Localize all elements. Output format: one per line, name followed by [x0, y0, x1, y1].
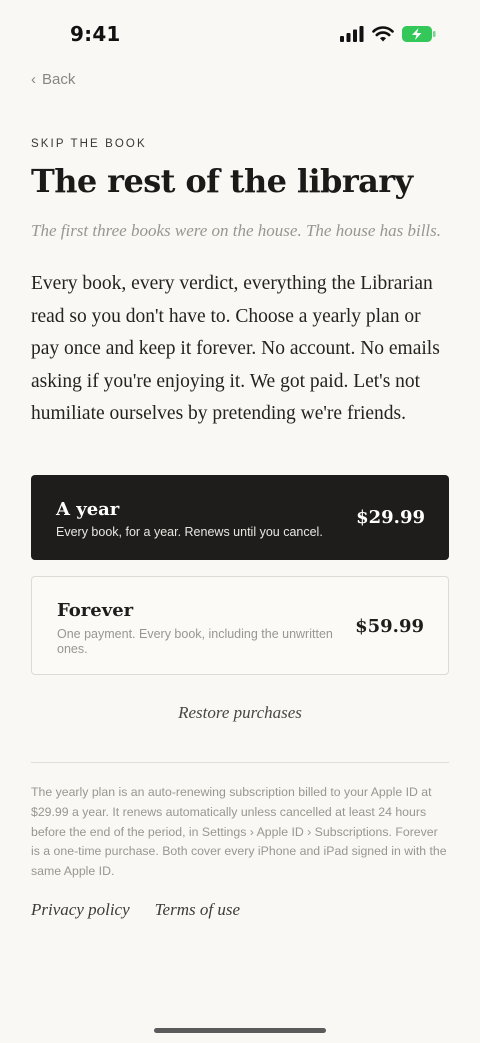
page-subtitle: The first three books were on the house.… — [31, 221, 442, 240]
battery-charging-icon — [402, 26, 436, 42]
plan-price: $29.99 — [356, 507, 425, 528]
home-indicator[interactable] — [154, 1028, 326, 1033]
terms-of-use-link[interactable]: Terms of use — [155, 900, 240, 920]
plan-name: A year — [56, 499, 120, 520]
wifi-icon — [372, 26, 394, 42]
legal-disclaimer: The yearly plan is an auto-renewing subs… — [31, 785, 447, 879]
plan-price: $59.99 — [355, 616, 424, 637]
chevron-left-icon: ‹ — [31, 71, 36, 88]
footer-links: Privacy policy Terms of use — [31, 900, 240, 920]
cellular-signal-icon — [340, 26, 364, 42]
plan-description: Every book, for a year. Renews until you… — [56, 525, 323, 539]
status-icons — [340, 26, 436, 42]
back-label: Back — [42, 71, 76, 88]
plan-option-year[interactable]: A year Every book, for a year. Renews un… — [31, 475, 449, 560]
restore-purchases-link[interactable]: Restore purchases — [0, 703, 480, 723]
status-time: 9:41 — [70, 22, 121, 46]
plan-description: One payment. Every book, including the u… — [57, 627, 333, 656]
status-bar: 9:41 — [0, 0, 480, 60]
intro-paragraph: Every book, every verdict, everything th… — [31, 273, 440, 424]
plan-name: Forever — [57, 600, 134, 621]
privacy-policy-link[interactable]: Privacy policy — [31, 900, 130, 920]
back-button[interactable]: ‹ Back — [31, 71, 75, 88]
divider — [31, 762, 449, 763]
plan-option-forever[interactable]: Forever One payment. Every book, includi… — [31, 576, 449, 675]
eyebrow-label: SKIP THE BOOK — [31, 138, 147, 150]
page-title: The rest of the library — [31, 162, 413, 200]
